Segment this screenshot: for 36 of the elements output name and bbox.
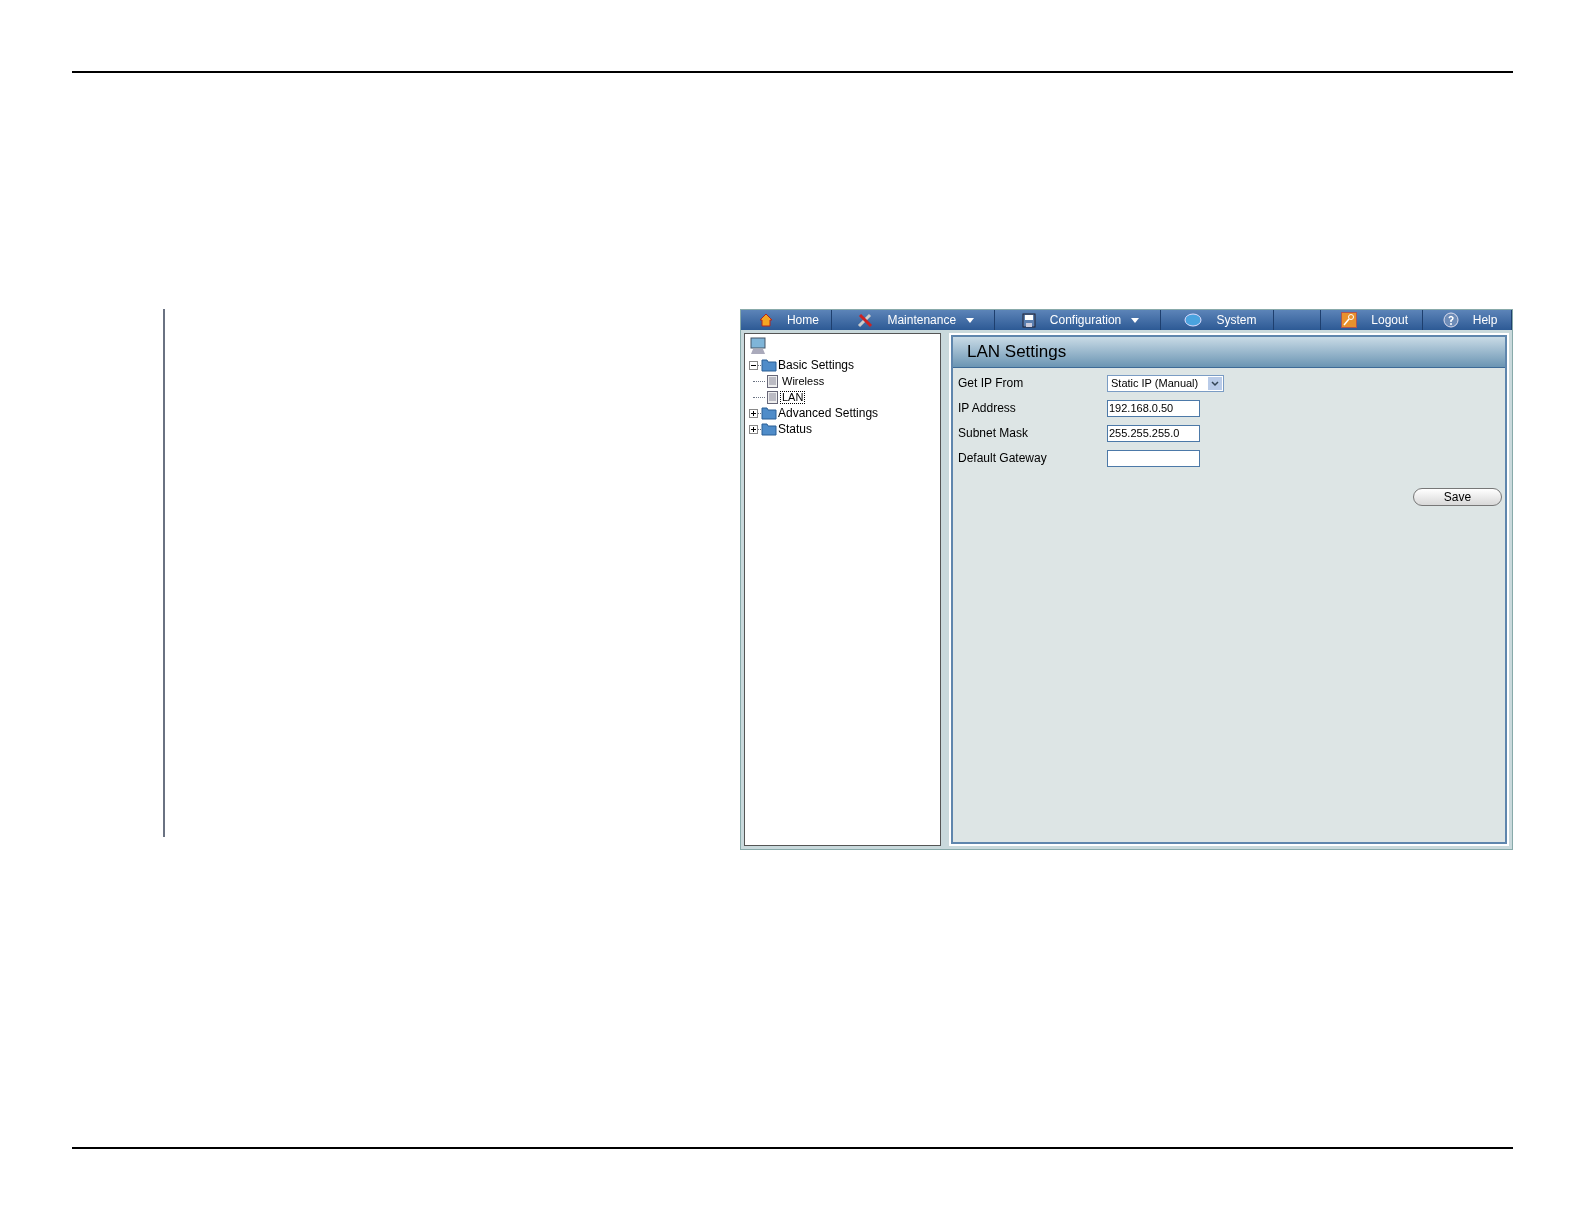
tree-item[interactable]: Advanced Settings <box>778 404 879 422</box>
tree-item[interactable]: Basic Settings <box>778 356 855 374</box>
input-field[interactable]: 192.168.0.50 <box>1107 399 1200 417</box>
field-label: Subnet Mask <box>958 425 1030 442</box>
panel-title: LAN Settings <box>953 337 1505 368</box>
get-ip-dropdown[interactable]: Static IP (Manual) <box>1107 374 1224 392</box>
collapse-icon[interactable] <box>749 360 758 370</box>
tree-item[interactable]: Status <box>778 420 813 438</box>
menu-item[interactable]: Home <box>786 311 819 329</box>
menu-item[interactable]: Logout <box>1371 311 1409 329</box>
computer-icon <box>749 337 767 357</box>
help-icon <box>1442 312 1459 328</box>
caret-icon <box>1131 317 1140 323</box>
menu-item[interactable]: Configuration <box>1049 311 1140 329</box>
expand-icon[interactable] <box>749 424 758 434</box>
caret-icon <box>966 317 975 323</box>
folder-icon <box>761 358 777 372</box>
tree-item[interactable]: LAN <box>780 390 806 404</box>
input-field[interactable]: 255.255.255.0 <box>1107 424 1200 442</box>
key-icon <box>1341 312 1358 328</box>
folder-icon <box>761 406 777 420</box>
save-button[interactable]: Save <box>1413 488 1502 506</box>
tools-icon <box>857 312 874 328</box>
menu-item[interactable]: System <box>1216 311 1257 329</box>
input-field[interactable] <box>1107 449 1200 467</box>
field-label: Default Gateway <box>958 450 1048 467</box>
menu-item[interactable]: Maintenance <box>887 311 975 329</box>
home-icon <box>758 313 773 327</box>
document-icon <box>767 390 778 404</box>
folder-icon <box>761 422 777 436</box>
field-label: IP Address <box>958 400 1017 417</box>
field-label: Get IP From <box>958 375 1025 392</box>
menu-item[interactable]: Help <box>1472 311 1498 329</box>
tree-item[interactable]: Wireless <box>782 372 825 390</box>
expand-icon[interactable] <box>749 408 758 418</box>
document-icon <box>767 374 778 388</box>
